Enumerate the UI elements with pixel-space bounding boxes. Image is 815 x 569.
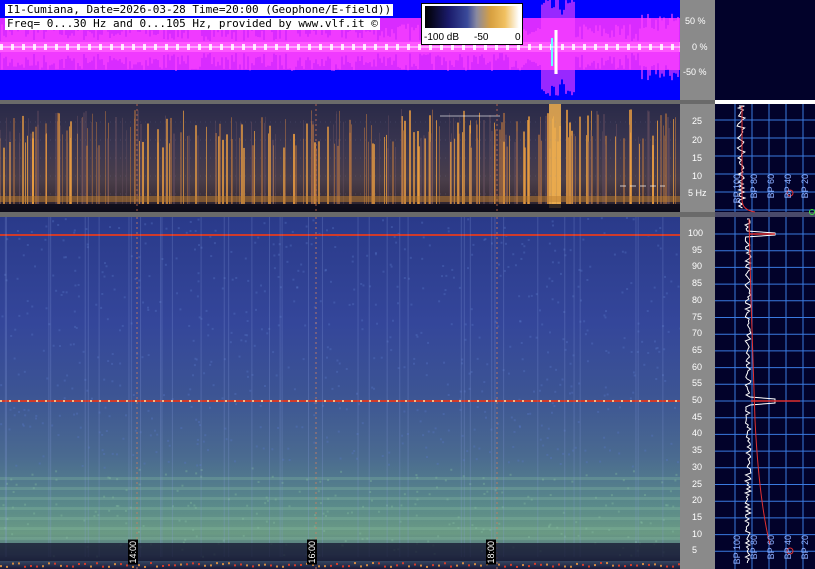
colorbar-label-mid: -50 [474,32,489,43]
hf-axis: 100 95 90 85 80 75 70 65 60 55 50 45 40 35 30 25 20 15 10 5 [680,217,715,569]
lf-axis-label: 5 Hz [688,188,707,198]
bp-label-top: BP 80 [749,174,759,199]
hf-axis-label: 25 [692,478,703,489]
time-marker-label: 16:00 [307,540,317,565]
hf-axis-label: 15 [692,511,703,522]
lf-axis-label: 20 [692,135,703,145]
hf-axis-label: 80 [692,294,703,305]
bp-label-bottom: BP 60 [766,535,776,560]
waveform-axis-label: -50 % [683,67,707,77]
header-line-2: Freq= 0...30 Hz and 0...105 Hz, provided… [5,17,380,30]
hf-axis-label: 10 [692,528,703,539]
lf-axis-label: 10 [692,171,703,181]
bp-label-top: BP 100 [732,174,742,204]
bp-label-bottom: BP 80 [749,535,759,560]
waveform-axis-label: 0 % [692,42,708,52]
hf-axis-label: 65 [692,344,703,355]
hf-axis-label: 70 [692,328,703,339]
bp-label-top: BP 20 [800,174,810,199]
waveform-axis: 50 % 0 % -50 % [680,0,715,100]
hf-axis-label: 75 [692,311,703,322]
spectrum-profile-panel: BP 100 BP 80 BP 60 BP 40 BP 20 BP 100 BP… [715,0,815,569]
colorbar-legend: -100 dB -50 0 [421,3,523,45]
header-line-1: I1-Cumiana, Date=2026-03-28 Time=20:00 (… [5,3,394,16]
spectrogram-window: I1-Cumiana, Date=2026-03-28 Time=20:00 (… [0,0,815,569]
lf-axis-label: 25 [692,116,703,126]
bp-label-bottom: BP 20 [800,535,810,560]
hf-axis-label: 45 [692,411,703,422]
hf-axis-label: 50 [692,395,703,405]
hf-axis-label: 85 [692,278,703,289]
hf-axis-label: 30 [692,461,703,472]
waveform-axis-label: 50 % [685,16,706,26]
lf-axis-label: 15 [692,153,703,163]
hf-axis-label: 100 [688,228,704,238]
bp-label-top: BP 60 [766,174,776,199]
lf-axis: 25 20 15 10 5 Hz [680,104,715,212]
bp-label-bottom: BP 40 [783,535,793,560]
hf-axis-label: 40 [692,428,703,439]
colorbar-label-min: -100 dB [424,32,460,43]
lf-spectrogram [0,104,680,212]
colorbar-label-max: 0 [515,32,521,43]
colorbar-gradient [425,6,519,28]
hf-axis-label: 5 [692,545,698,556]
hf-axis-label: 90 [692,261,703,272]
hf-axis-label: 95 [692,244,703,255]
bp-label-bottom: BP 100 [732,535,742,565]
hf-axis-label: 55 [692,378,703,389]
bp-label-top: BP 40 [783,174,793,199]
hf-spectrogram [0,217,680,569]
hf-axis-label: 35 [692,445,703,456]
hf-axis-label: 60 [692,361,703,372]
hf-axis-label: 20 [692,495,703,506]
time-marker-label: 14:00 [128,540,138,565]
time-marker-label: 18:00 [486,540,496,565]
